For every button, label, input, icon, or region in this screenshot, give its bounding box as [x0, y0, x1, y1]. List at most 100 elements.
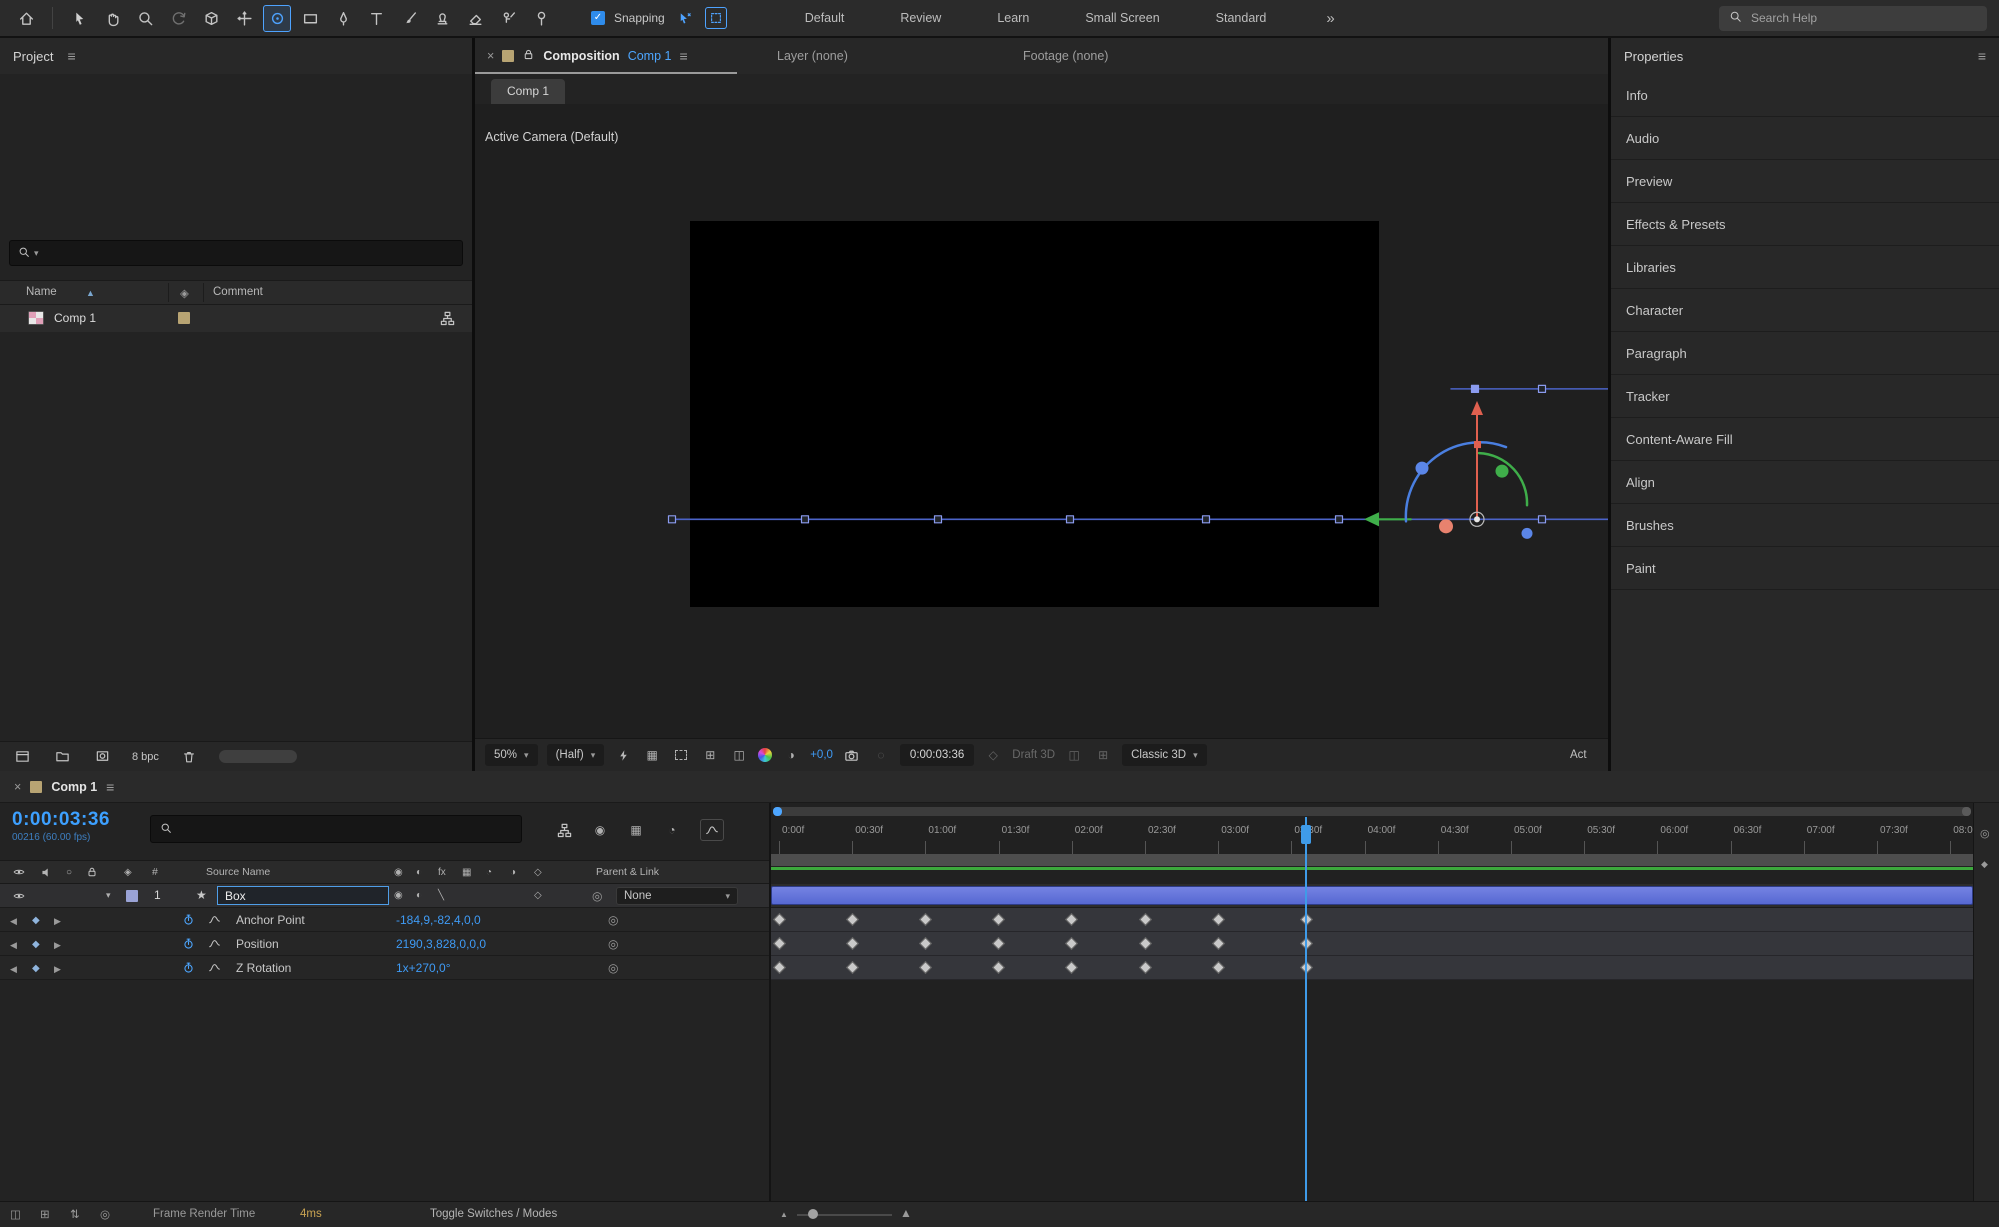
layer-continuous-raster-switch[interactable]: ╲ [438, 890, 444, 901]
properties-item-paragraph[interactable]: Paragraph [1611, 332, 1999, 375]
layer-switches-pane-icon[interactable]: ◫ [10, 1207, 21, 1221]
timeline-search-input[interactable] [150, 815, 522, 843]
shape-tool[interactable] [296, 5, 324, 32]
next-keyframe-button[interactable]: ▶ [54, 916, 61, 927]
lock-icon[interactable] [86, 866, 98, 881]
property-name[interactable]: Position [236, 937, 279, 951]
eraser-tool[interactable] [461, 5, 489, 32]
collapse-switch-icon[interactable]: ◐ [416, 867, 422, 878]
shy-toggle-icon[interactable]: ◉ [588, 819, 612, 841]
column-name[interactable]: Name [26, 286, 57, 298]
audio-icon[interactable] [40, 866, 53, 882]
fx-switch-icon[interactable]: fx [438, 867, 446, 878]
pen-tool[interactable] [329, 5, 357, 32]
snapping-checkbox[interactable]: ✓ [591, 11, 605, 25]
layer-row-box[interactable]: ▾ 1 ★ Box ◉ ◐ ╲ ◇ ◎ None▾ [0, 884, 769, 908]
grid-guides-icon[interactable]: ⊞ [700, 745, 720, 765]
interpret-footage-icon[interactable] [12, 747, 32, 767]
column-index[interactable]: # [152, 866, 158, 878]
current-time-indicator[interactable] [1305, 817, 1307, 1201]
draft-3d-label[interactable]: Draft 3D [1012, 749, 1055, 761]
new-composition-icon[interactable] [92, 747, 112, 767]
timeline-track-area[interactable]: 0:00f00:30f01:00f01:30f02:00f02:30f03:00… [771, 803, 1973, 1201]
in-out-panes-icon[interactable]: ⇅ [70, 1207, 80, 1221]
graph-editor-icon[interactable] [700, 819, 724, 841]
motion-blur-toggle-icon[interactable]: ◔ [660, 819, 684, 841]
ground-plane-icon[interactable]: ◫ [1064, 745, 1084, 765]
channel-color-wheel-icon[interactable] [758, 748, 772, 762]
workspace-overflow-chevron[interactable]: » [1326, 10, 1334, 27]
keyframe-at-current-time-indicator[interactable]: ◆ [32, 963, 40, 974]
quality-switch-icon[interactable]: ◉ [394, 867, 403, 878]
project-item-name[interactable]: Comp 1 [54, 311, 96, 325]
graph-icon[interactable] [208, 937, 221, 950]
next-keyframe-button[interactable]: ▶ [54, 964, 61, 975]
transfer-controls-pane-icon[interactable]: ⊞ [40, 1207, 50, 1221]
tab-target-comp[interactable]: Comp 1 [628, 49, 672, 63]
project-panel-menu-icon[interactable]: ≡ [67, 48, 75, 64]
exposure-icon[interactable]: ◑ [781, 745, 801, 765]
pickwhip-icon[interactable]: ◎ [608, 937, 618, 951]
work-area-bar[interactable] [771, 854, 1973, 866]
workspace-small-screen[interactable]: Small Screen [1085, 11, 1159, 25]
extended-viewer-icon[interactable]: ⊞ [1093, 745, 1113, 765]
pickwhip-icon[interactable]: ◎ [608, 961, 618, 975]
properties-item-audio[interactable]: Audio [1611, 117, 1999, 160]
prev-keyframe-button[interactable]: ◀ [10, 940, 17, 951]
snap-bounds-icon[interactable] [705, 7, 727, 29]
snap-cursor-icon[interactable] [674, 7, 696, 29]
keyframe-at-current-time-indicator[interactable]: ◆ [32, 939, 40, 950]
help-search-input[interactable]: Search Help [1719, 6, 1987, 31]
timeline-zoom-handle[interactable] [808, 1209, 818, 1219]
orbit-around-cursor-tool[interactable] [263, 5, 291, 32]
keyframe-track-position[interactable] [771, 932, 1973, 956]
workspace-review[interactable]: Review [900, 11, 941, 25]
renderer-dropdown[interactable]: Classic 3D▾ [1122, 744, 1207, 766]
keyframe[interactable] [1139, 961, 1152, 974]
home-icon[interactable] [12, 5, 40, 32]
orbit-tool[interactable] [164, 5, 192, 32]
properties-item-tracker[interactable]: Tracker [1611, 375, 1999, 418]
layer-visibility-eye-icon[interactable] [12, 890, 26, 905]
current-timecode[interactable]: 0:00:03:36 [12, 809, 110, 831]
label-color-chip[interactable] [178, 312, 190, 324]
camera-tool[interactable] [197, 5, 225, 32]
layer-quality-switch[interactable]: ◉ [394, 890, 403, 901]
workspace-learn[interactable]: Learn [997, 11, 1029, 25]
property-value[interactable]: -184,9,-82,4,0,0 [396, 913, 481, 927]
keyframe[interactable] [773, 937, 786, 950]
keyframe[interactable] [992, 913, 1005, 926]
panel-menu-icon[interactable]: ≡ [679, 48, 687, 64]
av-features-pane-icon[interactable]: ◎ [100, 1207, 110, 1221]
type-tool[interactable] [362, 5, 390, 32]
timeline-tab-title[interactable]: Comp 1 [51, 780, 97, 794]
layer-label-chip[interactable] [126, 890, 138, 902]
trash-icon[interactable] [179, 747, 199, 767]
layer-duration-bar[interactable] [771, 886, 1973, 905]
keyframe[interactable] [846, 961, 859, 974]
properties-item-effects-presets[interactable]: Effects & Presets [1611, 203, 1999, 246]
keyframe[interactable] [1139, 937, 1152, 950]
project-item-comp1[interactable]: Comp 1 [0, 305, 472, 332]
selection-tool[interactable] [65, 5, 93, 32]
eye-icon[interactable] [12, 866, 26, 881]
pickwhip-icon[interactable]: ◎ [608, 913, 618, 927]
column-comment[interactable]: Comment [213, 286, 263, 298]
frame-blend-toggle-icon[interactable]: ▦ [624, 819, 648, 841]
mask-visibility-icon[interactable]: ◫ [729, 745, 749, 765]
motion-blur-switch-icon[interactable]: ◔ [486, 867, 492, 878]
zoom-in-mountain-icon[interactable]: ▲ [900, 1206, 912, 1220]
show-snapshot-icon[interactable]: ◌ [871, 745, 891, 765]
clone-stamp-tool[interactable] [428, 5, 456, 32]
search-options-caret-icon[interactable]: ▾ [34, 248, 39, 259]
graph-icon[interactable] [208, 913, 221, 926]
cti-head[interactable] [1301, 825, 1311, 844]
properties-item-brushes[interactable]: Brushes [1611, 504, 1999, 547]
property-name[interactable]: Z Rotation [236, 961, 291, 975]
keyframe-track-z-rotation[interactable] [771, 956, 1973, 980]
stopwatch-icon[interactable] [182, 913, 195, 926]
property-value[interactable]: 2190,3,828,0,0,0 [396, 937, 486, 951]
stopwatch-icon[interactable] [182, 961, 195, 974]
property-name[interactable]: Anchor Point [236, 913, 305, 927]
subtab-comp1[interactable]: Comp 1 [491, 79, 565, 104]
